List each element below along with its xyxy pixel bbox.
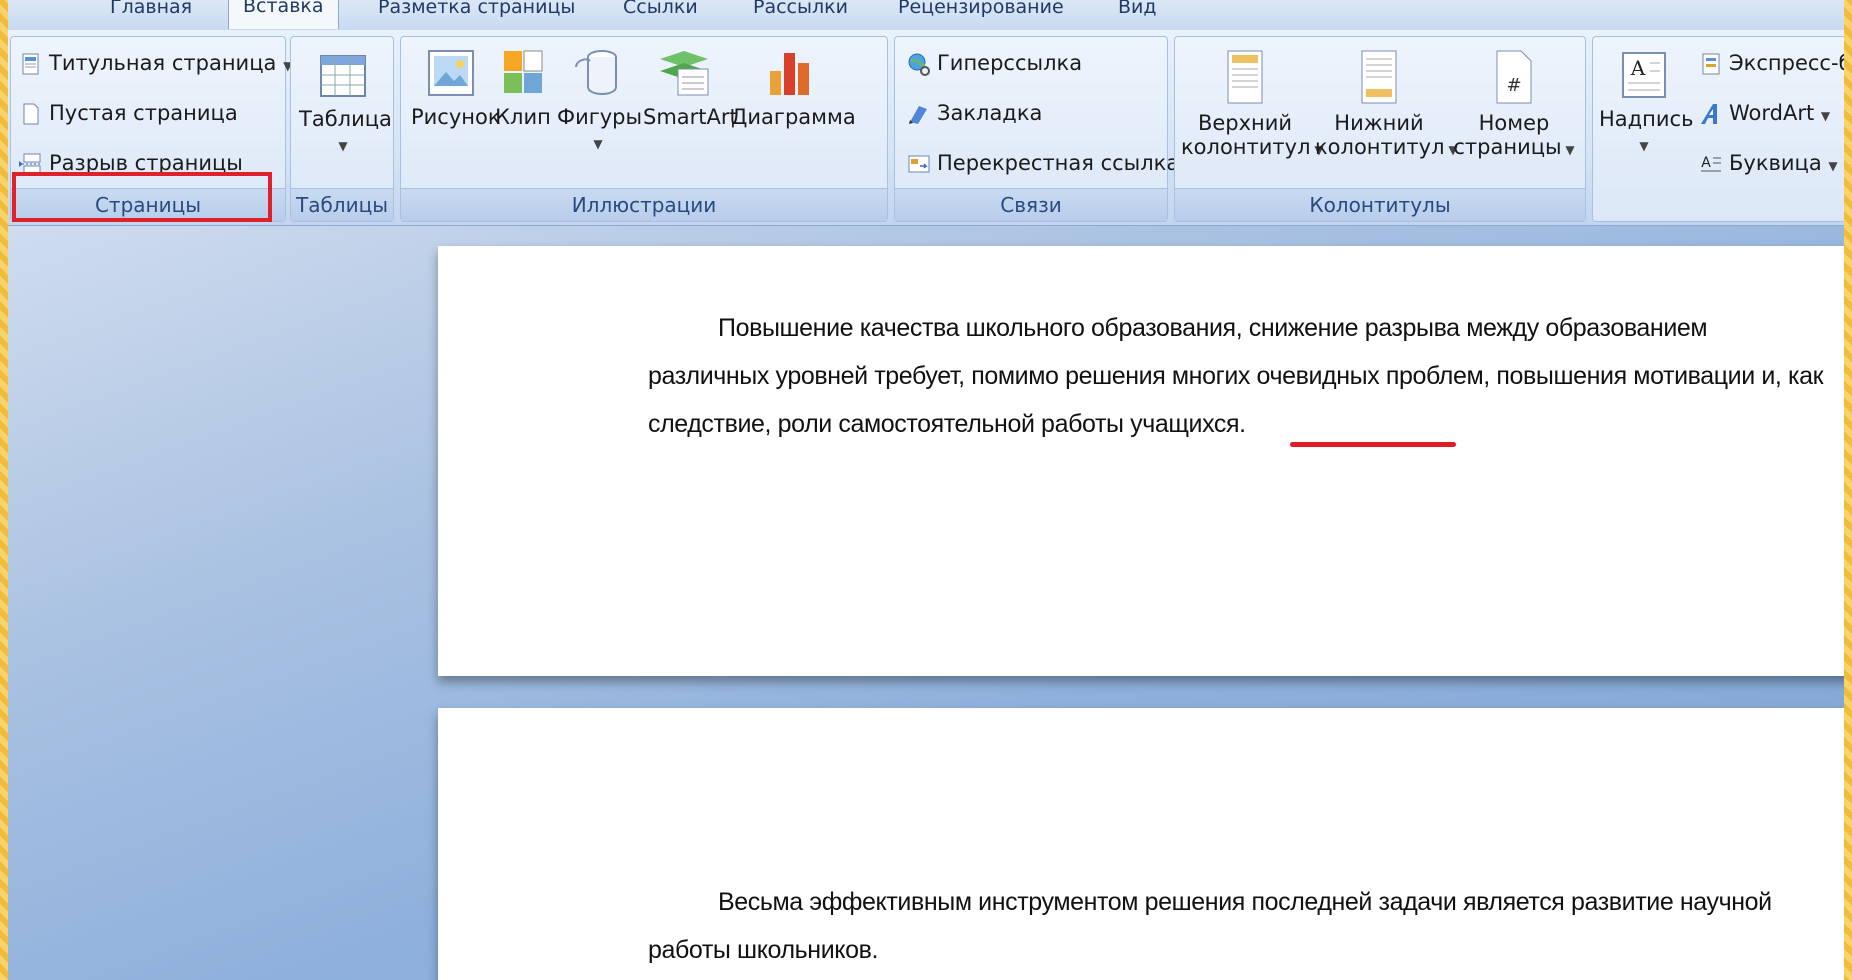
group-tables-label: Таблицы bbox=[291, 188, 393, 221]
page1-paragraph: Повышение качества школьного образования… bbox=[648, 304, 1828, 448]
cover-page-icon bbox=[22, 53, 39, 75]
shapes-label: Фигуры bbox=[557, 105, 643, 129]
header-label-line1: Верхний bbox=[1197, 111, 1293, 135]
header-icon bbox=[1227, 50, 1263, 104]
svg-text:#: # bbox=[1506, 75, 1521, 96]
cover-page-label: Титульная страница bbox=[49, 51, 277, 75]
red-underline-marker bbox=[1290, 442, 1456, 447]
tab-page-layout[interactable]: Разметка страницы bbox=[378, 0, 575, 28]
tab-mailings[interactable]: Рассылки bbox=[753, 0, 848, 28]
document-page-2[interactable]: Весьма эффективным инструментом решения … bbox=[438, 708, 1844, 980]
chevron-down-icon: ▼ bbox=[1639, 139, 1649, 153]
group-illustrations-label: Иллюстрации bbox=[401, 188, 887, 221]
shapes-button[interactable]: Фигуры ▼ bbox=[557, 47, 643, 156]
page-number-icon: # bbox=[1496, 50, 1532, 104]
tab-insert[interactable]: Вставка bbox=[228, 0, 339, 29]
smartart-icon bbox=[660, 51, 709, 96]
dropcap-label: Буквица bbox=[1729, 151, 1822, 175]
blank-page-label: Пустая страница bbox=[49, 101, 238, 125]
footer-button[interactable]: Нижний колонтитул ▼ bbox=[1315, 49, 1458, 162]
document-page-1[interactable]: Повышение качества школьного образования… bbox=[438, 246, 1844, 676]
smartart-label: SmartArt bbox=[643, 105, 738, 129]
tab-references[interactable]: Ссылки bbox=[623, 0, 698, 28]
textbox-icon: A bbox=[1622, 52, 1666, 98]
chevron-down-icon: ▼ bbox=[338, 139, 348, 153]
bookmark-button[interactable]: Закладка bbox=[907, 93, 1042, 133]
textbox-button[interactable]: A Надпись ▼ bbox=[1599, 49, 1693, 158]
quick-parts-icon bbox=[1702, 53, 1720, 75]
tab-review[interactable]: Рецензирование bbox=[898, 0, 1064, 28]
quick-parts-button[interactable]: Экспресс-бл bbox=[1699, 43, 1844, 83]
page1-paragraph-text: Повышение качества школьного образования… bbox=[648, 314, 1824, 438]
word-window: Главная Вставка Разметка страницы Ссылки… bbox=[8, 0, 1844, 980]
page-number-label-line1: Номер bbox=[1478, 111, 1550, 135]
ribbon-insert: Титульная страница ▼ Пустая страница Раз… bbox=[8, 30, 1844, 226]
chevron-down-icon: ▼ bbox=[1820, 109, 1831, 123]
hyperlink-label: Гиперссылка bbox=[937, 51, 1083, 75]
table-label: Таблица bbox=[299, 107, 392, 131]
page-number-label-line2: страницы bbox=[1453, 135, 1562, 159]
clipart-icon bbox=[504, 50, 543, 93]
page-break-highlight bbox=[12, 172, 272, 222]
quick-parts-label: Экспресс-бл bbox=[1729, 51, 1844, 75]
clipart-button[interactable]: Клип bbox=[495, 47, 551, 129]
ribbon-tabs: Главная Вставка Разметка страницы Ссылки… bbox=[8, 0, 1844, 31]
chevron-down-icon: ▼ bbox=[593, 137, 603, 151]
table-icon bbox=[320, 55, 366, 97]
table-button[interactable]: Таблица ▼ bbox=[299, 51, 392, 158]
dropcap-button[interactable]: A Буквица ▼ bbox=[1699, 143, 1838, 183]
group-links-label: Связи bbox=[895, 188, 1167, 221]
picture-button[interactable]: Рисунок bbox=[411, 47, 501, 129]
shapes-icon bbox=[575, 50, 617, 96]
page-number-button[interactable]: # Номер страницы ▼ bbox=[1449, 49, 1579, 162]
chart-button[interactable]: Диаграмма bbox=[731, 47, 856, 129]
header-label-line2: колонтитул bbox=[1181, 135, 1311, 159]
header-button[interactable]: Верхний колонтитул ▼ bbox=[1181, 49, 1324, 162]
chevron-down-icon: ▼ bbox=[1828, 159, 1838, 173]
blank-page-icon bbox=[23, 103, 39, 125]
bookmark-label: Закладка bbox=[937, 101, 1043, 125]
chart-icon bbox=[770, 53, 809, 95]
chevron-down-icon: ▼ bbox=[1561, 143, 1575, 157]
globe-link-icon bbox=[908, 53, 930, 76]
clipart-label: Клип bbox=[495, 105, 551, 129]
page2-paragraph-text: Весьма эффективным инструментом решения … bbox=[648, 888, 1772, 964]
picture-label: Рисунок bbox=[411, 105, 501, 129]
footer-label-line2: колонтитул bbox=[1315, 135, 1445, 159]
textbox-label: Надпись bbox=[1599, 107, 1694, 131]
tab-home[interactable]: Главная bbox=[110, 0, 192, 28]
blank-page-button[interactable]: Пустая страница bbox=[19, 93, 238, 133]
chart-label: Диаграмма bbox=[731, 105, 856, 129]
wordart-label: WordArt bbox=[1729, 101, 1815, 125]
smartart-button[interactable]: SmartArt bbox=[643, 47, 738, 129]
group-illustrations: Рисунок Клип Фигуры ▼ SmartArt Диаграмма … bbox=[400, 36, 888, 222]
svg-text:A: A bbox=[1701, 155, 1711, 171]
svg-text:A: A bbox=[1630, 56, 1646, 80]
group-header-footer: Верхний колонтитул ▼ Нижний колонтитул ▼ #… bbox=[1174, 36, 1586, 222]
group-links: Гиперссылка Закладка Перекрестная ссылка… bbox=[894, 36, 1179, 222]
group-tables: Таблица ▼ Таблицы bbox=[290, 36, 394, 222]
cross-reference-icon bbox=[908, 155, 930, 173]
dropcap-icon: A bbox=[1701, 155, 1721, 172]
footer-label-line1: Нижний bbox=[1334, 111, 1424, 135]
wordart-icon bbox=[1701, 104, 1717, 124]
wordart-button[interactable]: WordArt ▼ bbox=[1699, 93, 1830, 133]
cross-reference-label: Перекрестная ссылка bbox=[937, 151, 1180, 175]
footer-icon bbox=[1361, 50, 1397, 104]
group-text: A Надпись ▼ Экспресс-бл WordArt ▼ A Буквиц… bbox=[1592, 36, 1844, 222]
picture-icon bbox=[428, 50, 474, 96]
cross-reference-button[interactable]: Перекрестная ссылка bbox=[907, 143, 1179, 183]
hyperlink-button[interactable]: Гиперссылка bbox=[907, 43, 1082, 83]
bookmark-icon bbox=[909, 106, 927, 124]
tab-view[interactable]: Вид bbox=[1118, 0, 1157, 28]
cover-page-button[interactable]: Титульная страница ▼ bbox=[19, 43, 292, 83]
page2-paragraph: Весьма эффективным инструментом решения … bbox=[648, 878, 1828, 974]
group-header-footer-label: Колонтитулы bbox=[1175, 188, 1585, 221]
